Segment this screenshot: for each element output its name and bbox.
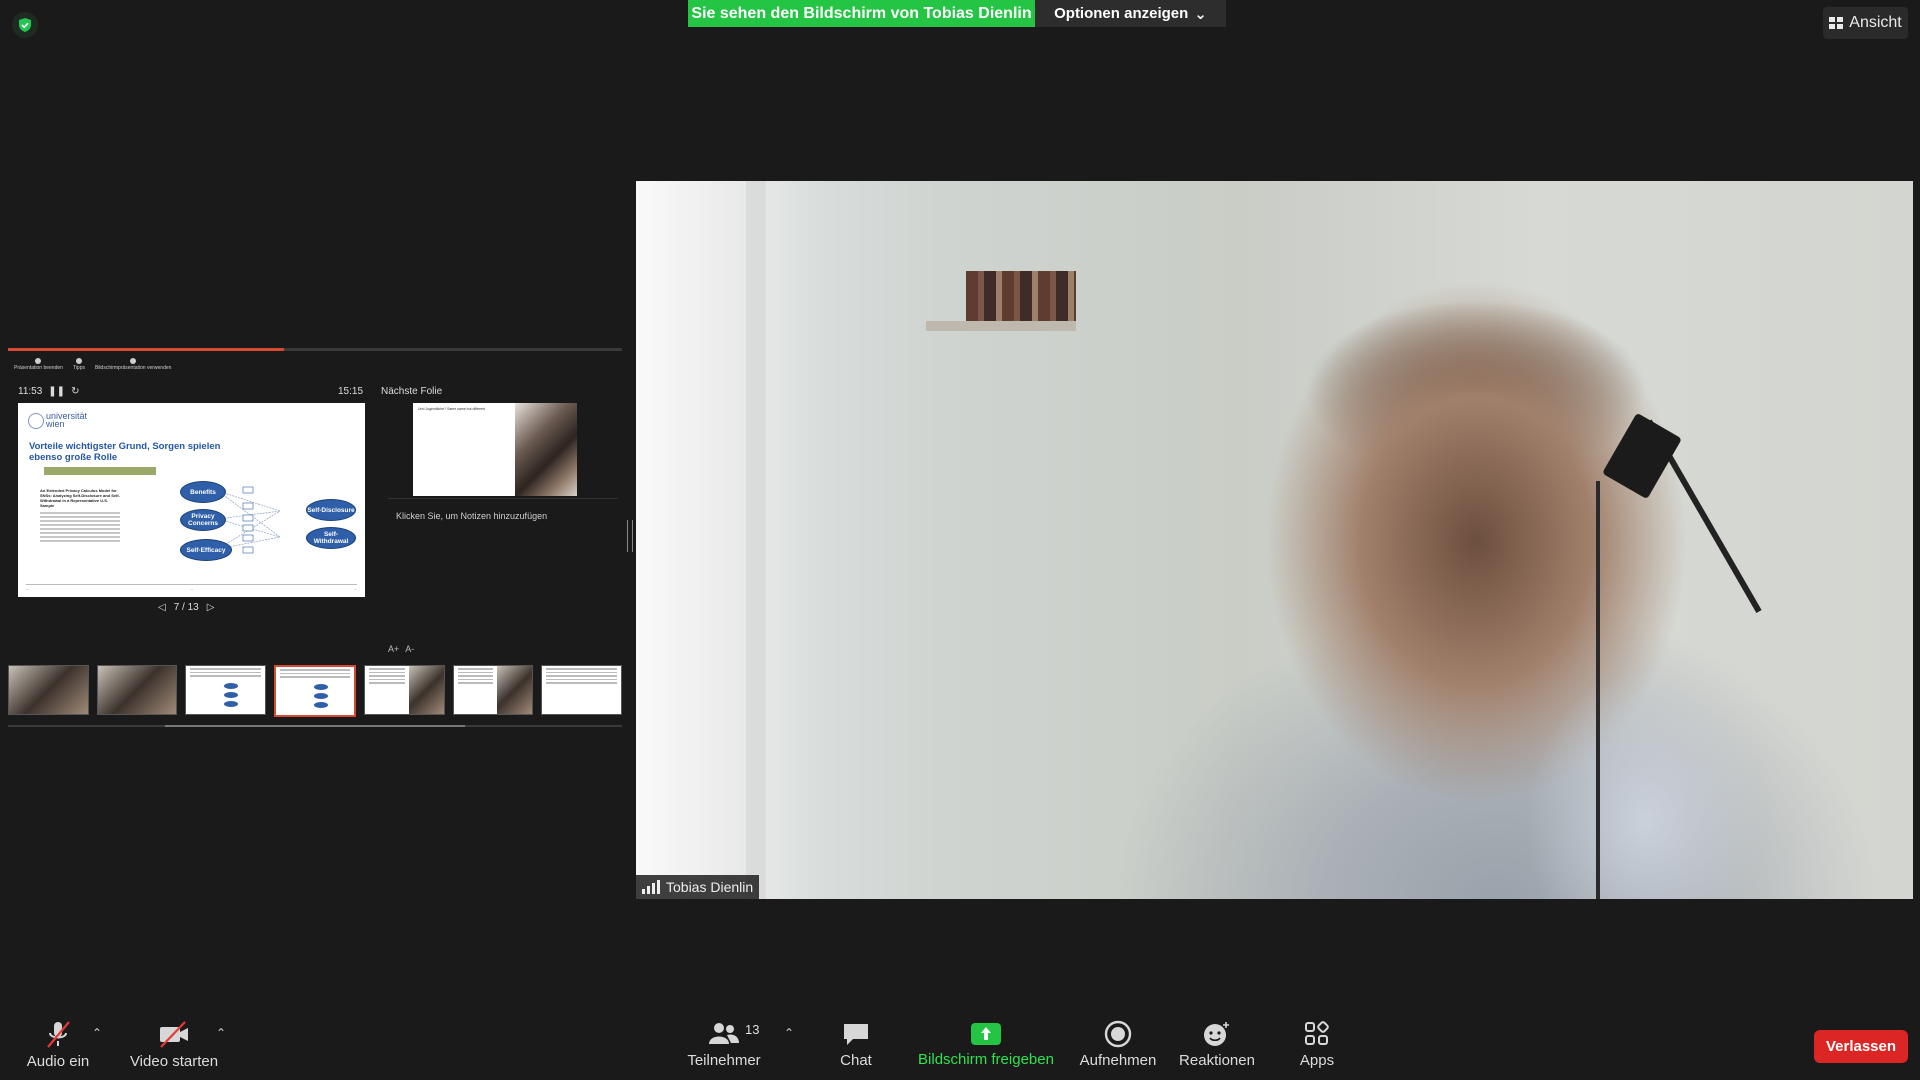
- node-self-withdrawal: Self-Withdrawal: [306, 527, 356, 549]
- video-button-label: Video starten: [129, 1052, 219, 1070]
- presentation-progress-bar: [8, 348, 622, 351]
- apps-icon: [1305, 1020, 1329, 1045]
- previous-slide-icon[interactable]: ◁: [158, 602, 166, 613]
- slide-thumbnail[interactable]: 8: [364, 665, 445, 715]
- chat-button-label: Chat: [840, 1051, 872, 1069]
- reset-icon[interactable]: ↻: [71, 386, 79, 397]
- slide-footer: — — —: [26, 584, 357, 591]
- chat-icon: [844, 1023, 868, 1045]
- slide-thumbnail[interactable]: 6: [185, 665, 266, 715]
- current-slide: universität wien Vorteile wichtigster Gr…: [18, 403, 365, 597]
- participants-button-label: Teilnehmer: [687, 1051, 761, 1069]
- audio-button[interactable]: Audio ein: [20, 1008, 96, 1080]
- next-slide-preview[interactable]: Und Jugendliche? Same same but different: [413, 403, 577, 496]
- view-options-button[interactable]: Optionen anzeigen ⌄: [1035, 0, 1226, 27]
- share-screen-label: Bildschirm freigeben: [918, 1050, 1054, 1068]
- next-slide-title: Und Jugendliche? Same same but different: [418, 407, 486, 411]
- clock-time: 15:15: [338, 386, 364, 397]
- elapsed-time: 11:53: [18, 386, 43, 397]
- participant-name-tag: Tobias Dienlin: [636, 875, 760, 899]
- participants-icon: [709, 1022, 739, 1044]
- microphone-muted-icon: [47, 1020, 70, 1048]
- node-privacy-concerns: Privacy Concerns: [180, 509, 226, 531]
- leave-meeting-button[interactable]: Verlassen: [1814, 1030, 1908, 1063]
- next-slide-icon[interactable]: ▷: [207, 602, 215, 613]
- presentation-progress-fill: [8, 348, 285, 351]
- slide-thumbnail[interactable]: 10: [541, 665, 623, 715]
- reactions-icon: [1204, 1021, 1229, 1046]
- end-presentation-tool[interactable]: Präsentation beenden: [14, 358, 63, 371]
- signal-strength-icon: [642, 880, 660, 894]
- decrease-font-button[interactable]: A-: [405, 644, 414, 654]
- notes-placeholder: Klicken Sie, um Notizen hinzuzufügen: [396, 511, 548, 521]
- video-lamp-head: [1601, 412, 1683, 500]
- slide-navigation: ◁ 7 / 13 ▷: [158, 602, 214, 613]
- video-options-caret[interactable]: ⌃: [216, 1026, 226, 1040]
- video-lamp-pole: [1596, 481, 1600, 899]
- next-slide-label: Nächste Folie: [381, 386, 443, 397]
- video-bookshelf: [966, 271, 1076, 323]
- slide-thumbnail[interactable]: 5: [96, 665, 178, 715]
- slide-thumbnail-strip: 45678910: [8, 665, 623, 717]
- apps-button-label: Apps: [1299, 1051, 1335, 1069]
- record-button-label: Aufnehmen: [1079, 1051, 1157, 1069]
- node-benefits: Benefits: [180, 481, 226, 503]
- node-self-efficacy: Self-Efficacy: [180, 539, 232, 561]
- screen-share-banner: Sie sehen den Bildschirm von Tobias Dien…: [688, 0, 1035, 27]
- share-screen-button[interactable]: Bildschirm freigeben: [910, 1008, 1062, 1080]
- next-slide-photo: [515, 403, 577, 496]
- video-shelf: [926, 321, 1076, 331]
- encryption-shield-icon[interactable]: [12, 12, 38, 38]
- node-self-disclosure: Self-Disclosure: [306, 499, 356, 521]
- slide-thumbnail[interactable]: 9: [452, 665, 534, 715]
- record-icon: [1104, 1020, 1132, 1047]
- participant-name: Tobias Dienlin: [666, 879, 754, 895]
- pane-resize-handle[interactable]: [627, 520, 633, 552]
- share-screen-icon: [971, 1022, 1001, 1045]
- presenter-toolbar: Präsentation beenden Tipps Bildschirmprä…: [14, 358, 171, 371]
- increase-font-button[interactable]: A+: [388, 644, 399, 654]
- participant-video[interactable]: Tobias Dienlin: [636, 181, 1913, 899]
- video-window-light: [636, 181, 756, 899]
- shared-screen-presenter-view[interactable]: Präsentation beenden Tipps Bildschirmprä…: [8, 340, 633, 740]
- pause-icon[interactable]: ❚❚: [48, 386, 65, 397]
- audio-button-label: Audio ein: [26, 1052, 90, 1070]
- audio-options-caret[interactable]: ⌃: [92, 1026, 102, 1040]
- use-slideshow-tool[interactable]: Bildschirmpräsentation verwenden: [95, 358, 171, 371]
- participants-button[interactable]: Teilnehmer: [684, 1008, 764, 1080]
- chat-button[interactable]: Chat: [820, 1008, 892, 1080]
- chevron-down-icon: ⌄: [1194, 5, 1207, 23]
- view-button[interactable]: Ansicht: [1823, 7, 1908, 39]
- participants-options-caret[interactable]: ⌃: [784, 1026, 794, 1040]
- reactions-button[interactable]: Reaktionen: [1174, 1008, 1260, 1080]
- slide-counter: 7 / 13: [173, 602, 199, 613]
- camera-off-icon: [160, 1020, 188, 1048]
- reactions-button-label: Reaktionen: [1179, 1051, 1255, 1069]
- font-size-controls: A+ A-: [388, 644, 414, 654]
- thumbnail-scrollbar[interactable]: [8, 725, 622, 727]
- video-window-frame: [746, 181, 766, 899]
- meeting-toolbar: Audio ein ⌃ Video starten ⌃ Teilnehmer 1…: [0, 1008, 1920, 1080]
- grid-view-icon: [1829, 17, 1844, 29]
- apps-button[interactable]: Apps: [1280, 1008, 1354, 1080]
- speaker-notes-area[interactable]: Klicken Sie, um Notizen hinzuzufügen: [388, 498, 618, 613]
- view-options-label: Optionen anzeigen: [1054, 5, 1189, 22]
- record-button[interactable]: Aufnehmen: [1072, 1008, 1164, 1080]
- video-button[interactable]: Video starten: [126, 1008, 222, 1080]
- participants-count: 13: [745, 1022, 760, 1037]
- view-button-label: Ansicht: [1849, 14, 1902, 31]
- slide-thumbnail[interactable]: 7: [273, 665, 357, 717]
- tips-tool[interactable]: Tipps: [73, 358, 85, 371]
- elapsed-timer: 11:53 ❚❚ ↻: [18, 386, 79, 397]
- slide-thumbnail[interactable]: 4: [8, 665, 89, 715]
